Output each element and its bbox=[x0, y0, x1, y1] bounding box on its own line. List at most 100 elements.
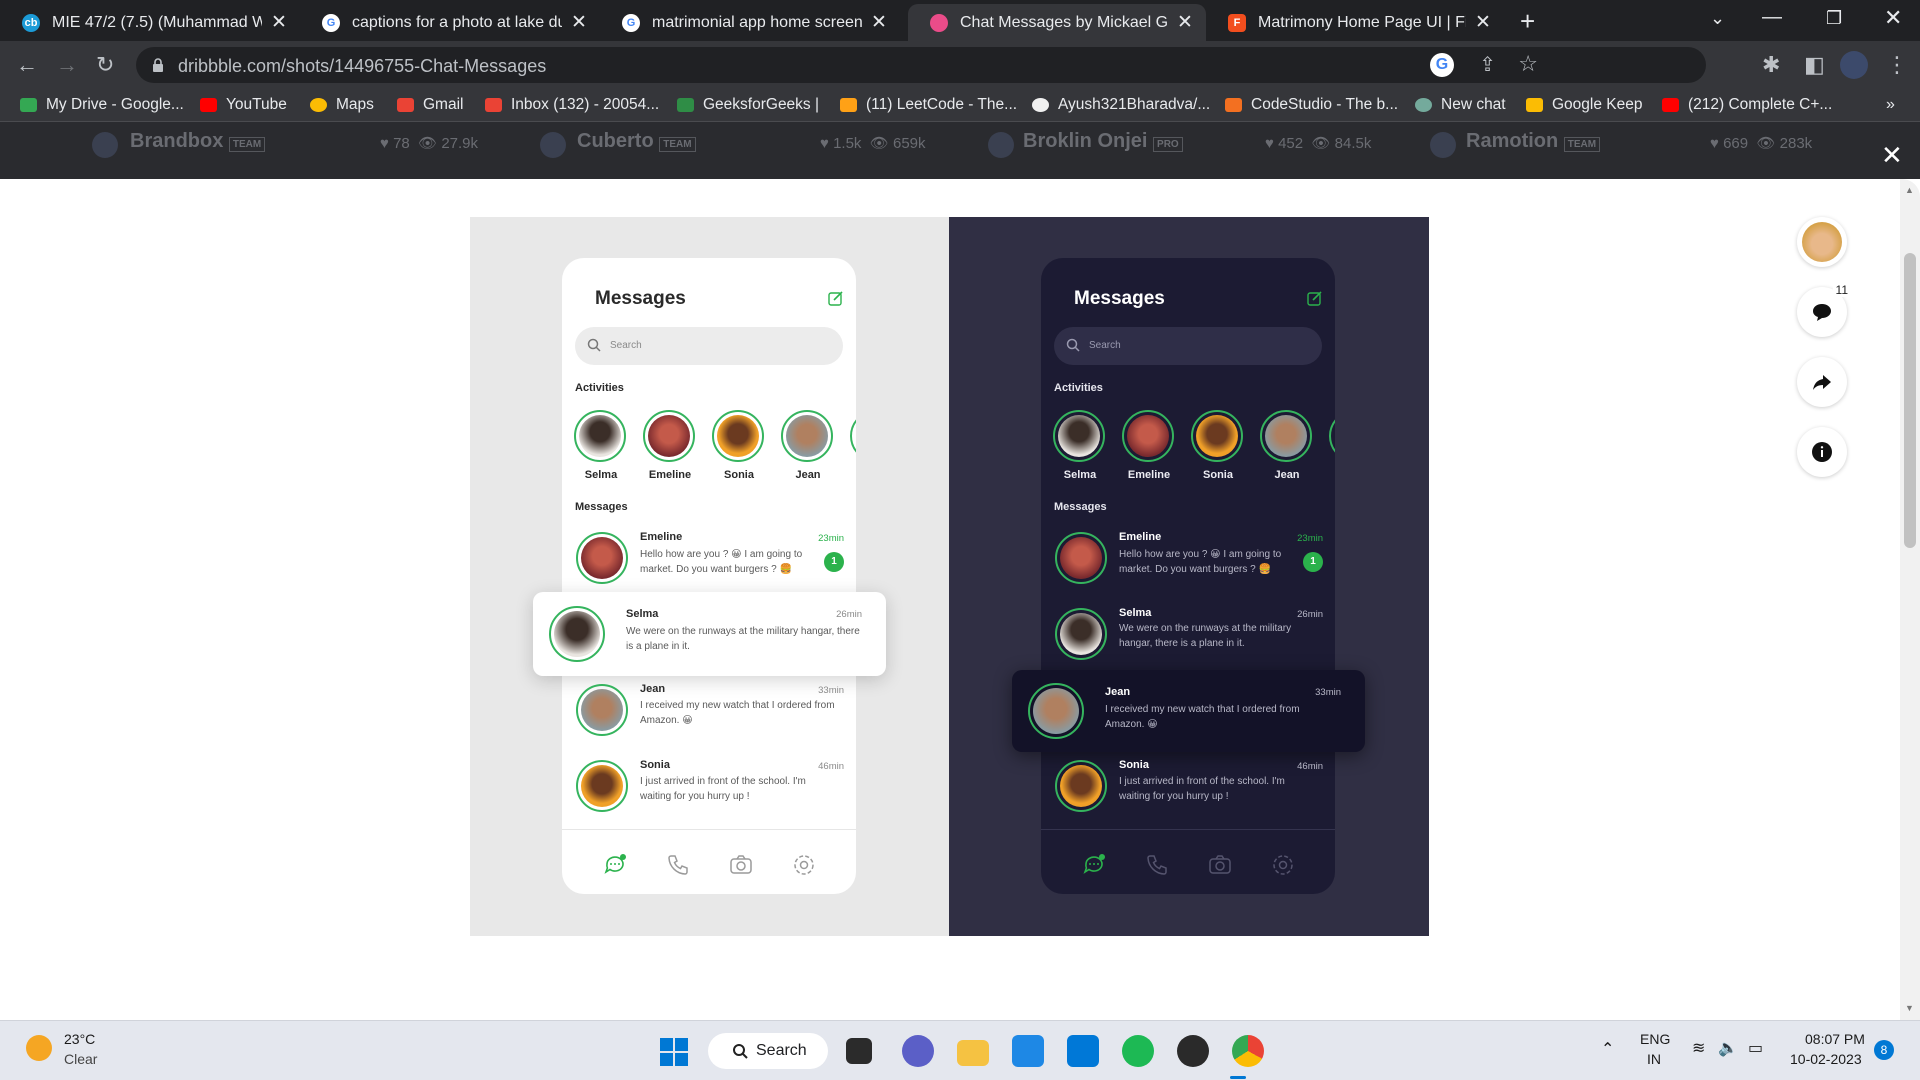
scrollbar[interactable]: ▲ ▼ bbox=[1900, 179, 1920, 1020]
activity-avatar[interactable]: Selma bbox=[1053, 410, 1107, 481]
reload-icon[interactable]: ↻ bbox=[96, 53, 114, 77]
bookmark-item[interactable]: (212) Complete C+... bbox=[1662, 96, 1832, 114]
info-button[interactable] bbox=[1797, 427, 1847, 477]
file-explorer-icon[interactable] bbox=[957, 1040, 989, 1066]
profile-avatar[interactable] bbox=[1840, 51, 1868, 79]
message-row[interactable]: Emeline 23min Hello how are you ? 😀 I am… bbox=[562, 528, 856, 598]
search-input[interactable]: Search bbox=[1054, 327, 1322, 365]
close-icon[interactable]: ✕ bbox=[270, 11, 288, 34]
address-bar[interactable]: dribbble.com/shots/14496755-Chat-Message… bbox=[136, 47, 1706, 83]
message-row[interactable]: Emeline 23min Hello how are you ? 😀 I am… bbox=[1041, 528, 1335, 598]
extensions-icon[interactable]: ✱ bbox=[1762, 53, 1780, 77]
bookmark-item[interactable]: YouTube bbox=[200, 96, 287, 114]
bookmark-star-icon[interactable]: ☆ bbox=[1518, 51, 1538, 77]
share-icon[interactable]: ⇪ bbox=[1479, 52, 1496, 77]
activity-avatar[interactable]: Selma bbox=[574, 410, 628, 481]
bookmark-item[interactable]: My Drive - Google... bbox=[20, 96, 184, 114]
browser-tab[interactable]: G captions for a photo at lake during ✕ bbox=[300, 4, 600, 41]
settings-nav-icon[interactable] bbox=[792, 853, 816, 877]
message-card-selected[interactable]: Jean 33min I received my new watch that … bbox=[1012, 670, 1365, 752]
message-row[interactable]: Sonia 46min I just arrived in front of t… bbox=[562, 756, 856, 826]
messages-heading: Messages bbox=[1054, 501, 1107, 513]
settings-nav-icon[interactable] bbox=[1271, 853, 1295, 877]
message-row[interactable]: Jean 33min I received my new watch that … bbox=[562, 680, 856, 750]
chat-nav-icon[interactable] bbox=[603, 853, 627, 877]
taskbar-search[interactable]: Search bbox=[708, 1033, 828, 1069]
message-row[interactable]: Selma 26min We were on the runways at th… bbox=[1041, 604, 1335, 674]
light-theme-panel: Messages Search Activities Selma Emeline… bbox=[470, 217, 949, 936]
side-panel-icon[interactable]: ◧ bbox=[1804, 53, 1825, 77]
back-icon[interactable]: ← bbox=[16, 53, 38, 77]
modal-close-icon[interactable]: ✕ bbox=[1881, 140, 1903, 171]
scroll-down-icon[interactable]: ▼ bbox=[1905, 1003, 1914, 1013]
browser-tab-active[interactable]: Chat Messages by Mickael Guillaume ✕ bbox=[908, 4, 1206, 41]
browser-tab[interactable]: F Matrimony Home Page UI | Figma ✕ bbox=[1206, 4, 1504, 41]
message-row[interactable]: Sonia 46min I just arrived in front of t… bbox=[1041, 756, 1335, 826]
volume-icon[interactable]: 🔈 bbox=[1718, 1038, 1738, 1058]
browser-tab[interactable]: G matrimonial app home screen ui ✕ bbox=[600, 4, 900, 41]
search-input[interactable]: Search bbox=[575, 327, 843, 365]
clock-time[interactable]: 08:07 PM bbox=[1805, 1031, 1865, 1047]
more-bookmarks-icon[interactable]: » bbox=[1886, 96, 1895, 114]
tray-chevron-icon[interactable]: ⌃ bbox=[1601, 1039, 1614, 1059]
share-button[interactable] bbox=[1797, 357, 1847, 407]
unread-badge: 1 bbox=[1303, 552, 1323, 572]
app-icon[interactable] bbox=[1012, 1035, 1044, 1067]
wifi-icon[interactable]: ≋ bbox=[1692, 1038, 1705, 1058]
activity-avatar[interactable]: Jean bbox=[1260, 410, 1314, 481]
spotify-icon[interactable] bbox=[1122, 1035, 1154, 1067]
bookmark-item[interactable]: Ayush321Bharadva/... bbox=[1032, 96, 1210, 114]
bookmark-item[interactable]: (11) LeetCode - The... bbox=[840, 96, 1017, 114]
designer-avatar[interactable] bbox=[1797, 217, 1847, 267]
comments-button[interactable]: 11 bbox=[1797, 283, 1851, 337]
activity-avatar[interactable]: Emeline bbox=[643, 410, 697, 481]
vscode-icon[interactable] bbox=[1067, 1035, 1099, 1067]
scrollbar-thumb[interactable] bbox=[1904, 253, 1916, 548]
phone-nav-icon[interactable] bbox=[1145, 853, 1169, 877]
whatsapp-icon[interactable] bbox=[1177, 1035, 1209, 1067]
phone-nav-icon[interactable] bbox=[666, 853, 690, 877]
activity-avatar[interactable]: Sonia bbox=[1191, 410, 1245, 481]
bookmark-item[interactable]: Inbox (132) - 20054... bbox=[485, 96, 659, 114]
window-close-icon[interactable]: ✕ bbox=[1884, 5, 1902, 31]
activity-avatar[interactable]: Sonia bbox=[712, 410, 766, 481]
scroll-up-icon[interactable]: ▲ bbox=[1905, 185, 1914, 195]
camera-nav-icon[interactable] bbox=[1208, 853, 1232, 877]
windows-start-icon[interactable] bbox=[660, 1038, 688, 1066]
chat-nav-icon[interactable] bbox=[1082, 853, 1106, 877]
bookmark-item[interactable]: Gmail bbox=[397, 96, 463, 114]
chrome-icon[interactable] bbox=[1232, 1035, 1264, 1067]
activity-avatar-partial[interactable] bbox=[1329, 410, 1335, 462]
menu-kebab-icon[interactable]: ⋮ bbox=[1886, 53, 1908, 77]
message-card-selected[interactable]: Selma 26min We were on the runways at th… bbox=[533, 592, 886, 676]
close-icon[interactable]: ✕ bbox=[1474, 11, 1492, 34]
tab-search-icon[interactable]: ⌄ bbox=[1710, 8, 1725, 29]
teams-chat-icon[interactable] bbox=[902, 1035, 934, 1067]
activity-avatar[interactable]: Jean bbox=[781, 410, 835, 481]
new-tab-icon[interactable]: + bbox=[1520, 6, 1535, 37]
bookmark-label: YouTube bbox=[226, 96, 287, 113]
bookmark-item[interactable]: Maps bbox=[310, 96, 374, 114]
notification-badge[interactable]: 8 bbox=[1874, 1040, 1894, 1060]
battery-icon[interactable]: ▭ bbox=[1748, 1038, 1763, 1058]
language-label[interactable]: ENG bbox=[1640, 1031, 1670, 1047]
compose-icon[interactable] bbox=[1307, 290, 1323, 306]
bookmark-item[interactable]: New chat bbox=[1415, 96, 1506, 114]
task-view-icon[interactable] bbox=[846, 1038, 872, 1064]
camera-nav-icon[interactable] bbox=[729, 853, 753, 877]
bookmark-item[interactable]: GeeksforGeeks | bbox=[677, 96, 819, 114]
google-lens-icon[interactable]: G bbox=[1430, 53, 1454, 77]
close-icon[interactable]: ✕ bbox=[570, 11, 588, 34]
activity-avatar-partial[interactable] bbox=[850, 410, 856, 462]
browser-tab[interactable]: cb MIE 47/2 (7.5) (Muhammad Waseem ✕ bbox=[0, 4, 300, 41]
dribbble-icon bbox=[930, 13, 948, 32]
close-icon[interactable]: ✕ bbox=[870, 11, 888, 34]
minimize-icon[interactable]: — bbox=[1762, 6, 1782, 29]
restore-icon[interactable]: ❐ bbox=[1826, 8, 1842, 29]
activity-avatar[interactable]: Emeline bbox=[1122, 410, 1176, 481]
close-icon[interactable]: ✕ bbox=[1176, 11, 1194, 34]
forward-icon[interactable]: → bbox=[56, 53, 78, 77]
bookmark-item[interactable]: Google Keep bbox=[1526, 96, 1643, 114]
bookmark-item[interactable]: CodeStudio - The b... bbox=[1225, 96, 1398, 114]
compose-icon[interactable] bbox=[828, 290, 844, 306]
